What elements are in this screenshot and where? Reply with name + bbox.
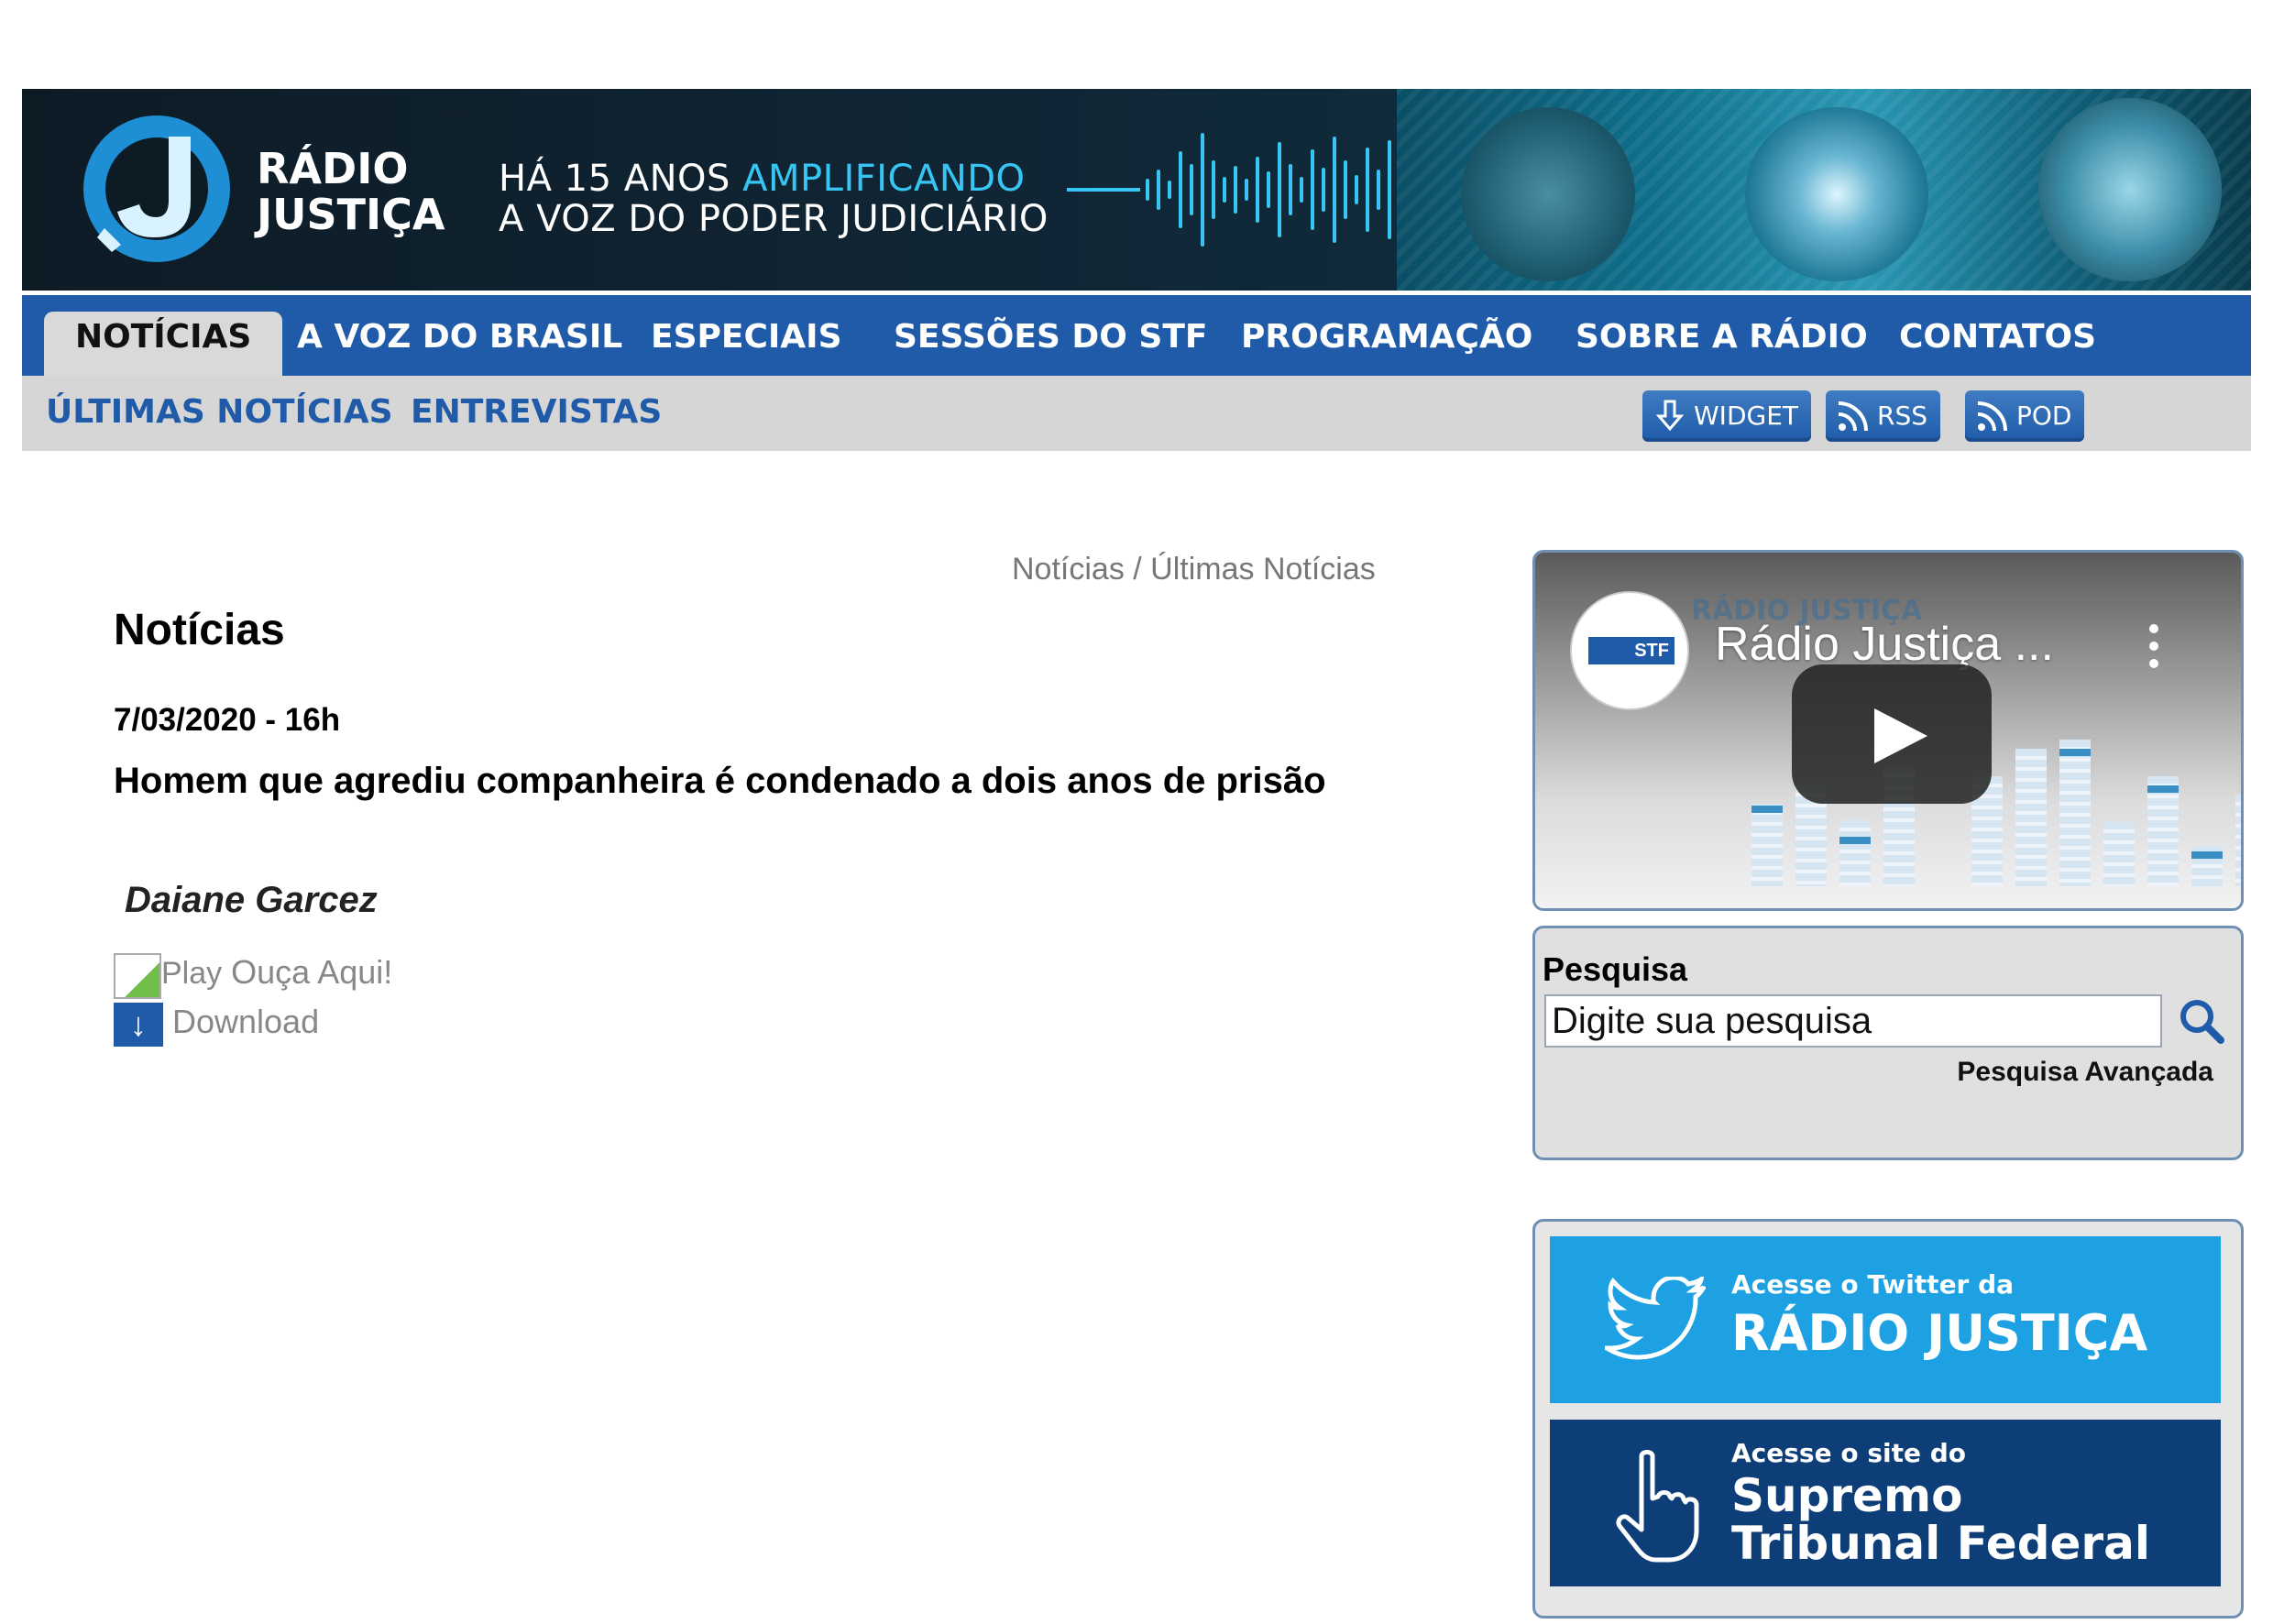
radio-justica-logo <box>83 115 230 262</box>
slogan-prefix: HÁ 15 ANOS <box>499 158 743 200</box>
widget-button[interactable]: WIDGET <box>1642 390 1811 442</box>
channel-avatar[interactable]: STF <box>1570 591 1689 710</box>
play-icon <box>114 953 161 999</box>
news-author: Daiane Garcez <box>125 880 378 920</box>
slogan-accent: AMPLIFICANDO <box>742 158 1026 200</box>
stf-banner-big-line-1: Supremo <box>1731 1469 1963 1522</box>
download-label: Download <box>172 1003 320 1040</box>
play-label: Ouça Aqui! <box>231 953 393 991</box>
slogan: HÁ 15 ANOS AMPLIFICANDO A VOZ DO PODER J… <box>499 159 1049 239</box>
sub-nav: ÚLTIMAS NOTÍCIAS ENTREVISTAS WIDGET RSS … <box>22 376 2251 451</box>
microphone-image <box>2038 98 2222 281</box>
equalizer-peak <box>2059 749 2091 756</box>
header-banner[interactable]: RÁDIO JUSTIÇA HÁ 15 ANOS AMPLIFICANDO A … <box>22 89 2251 291</box>
news-headline: Homem que agrediu companheira é condenad… <box>114 761 1326 801</box>
equalizer-peak <box>1751 806 1783 813</box>
search-input[interactable] <box>1544 994 2162 1048</box>
twitter-banner-small-text: Acesse o Twitter da <box>1731 1269 2015 1300</box>
page-title: Notícias <box>114 606 285 654</box>
equalizer-peak <box>2147 785 2179 793</box>
nav-item-programacao[interactable]: PROGRAMAÇÃO <box>1241 295 1532 376</box>
twitter-banner-link[interactable]: Acesse o Twitter da RÁDIO JUSTIÇA <box>1550 1236 2221 1403</box>
equalizer-peak <box>2191 851 2223 859</box>
main-nav: NOTÍCIAS A VOZ DO BRASIL ESPECIAIS SESSÕ… <box>22 295 2251 376</box>
equalizer-bar <box>2235 795 2241 886</box>
nav-item-contatos[interactable]: CONTATOS <box>1899 295 2096 376</box>
subnav-entrevistas[interactable]: ENTREVISTAS <box>411 376 662 449</box>
stf-banner-small-text: Acesse o site do <box>1731 1438 1966 1468</box>
search-label: Pesquisa <box>1543 950 1688 988</box>
twitter-banner-big-text: RÁDIO JUSTIÇA <box>1731 1304 2148 1362</box>
nav-item-especiais[interactable]: ESPECIAIS <box>651 295 842 376</box>
subnav-ultimas-noticias[interactable]: ÚLTIMAS NOTÍCIAS <box>46 376 393 449</box>
play-audio-link[interactable]: Play Ouça Aqui! <box>114 953 392 999</box>
rss-icon <box>1977 401 2007 432</box>
equalizer-bar <box>2015 749 2047 886</box>
equalizer-bar <box>1839 820 1871 886</box>
download-icon: ↓ <box>114 1003 163 1047</box>
play-alt-text: Play <box>161 956 223 991</box>
youtube-video-embed[interactable]: RÁDIO JUSTIÇA STF Rádio Justiça ... <box>1532 550 2244 911</box>
brand-line-2: JUSTIÇA <box>257 190 445 239</box>
stf-banner-big-line-2: Tribunal Federal <box>1731 1517 2150 1570</box>
stf-badge: STF <box>1588 637 1675 664</box>
nav-item-sobre-a-radio[interactable]: SOBRE A RÁDIO <box>1576 295 1868 376</box>
search-icon[interactable] <box>2177 996 2228 1048</box>
video-title[interactable]: Rádio Justiça ... <box>1715 617 2054 672</box>
equalizer-peak <box>1839 837 1871 844</box>
download-audio-link[interactable]: ↓ Download <box>114 1003 319 1048</box>
play-button-icon[interactable] <box>1792 664 1992 804</box>
external-links-panel: Acesse o Twitter da RÁDIO JUSTIÇA Acesse… <box>1532 1219 2244 1619</box>
search-panel: Pesquisa Pesquisa Avançada <box>1532 926 2244 1160</box>
pointing-hand-icon <box>1616 1450 1699 1563</box>
equalizer-bar <box>2103 822 2135 886</box>
nav-item-voz-do-brasil[interactable]: A VOZ DO BRASIL <box>297 295 622 376</box>
microphone-image <box>1461 107 1635 281</box>
equalizer-bar <box>2147 776 2179 886</box>
download-arrow-icon <box>1655 400 1685 432</box>
equalizer-bar <box>2059 740 2091 886</box>
nav-item-noticias[interactable]: NOTÍCIAS <box>44 312 283 376</box>
breadcrumb[interactable]: Notícias / Últimas Notícias <box>1012 552 1376 587</box>
slogan-line-2: A VOZ DO PODER JUDICIÁRIO <box>499 198 1049 240</box>
pod-button[interactable]: POD <box>1965 390 2085 442</box>
twitter-bird-icon <box>1605 1277 1706 1360</box>
brand-name: RÁDIO JUSTIÇA <box>257 146 445 237</box>
news-date: 7/03/2020 - 16h <box>114 702 341 738</box>
advanced-search-link[interactable]: Pesquisa Avançada <box>1957 1057 2213 1088</box>
banner-photo-microphones <box>1397 89 2251 291</box>
sound-wave-graphic <box>1067 133 1413 247</box>
rss-label: RSS <box>1877 401 1928 431</box>
widget-label: WIDGET <box>1694 401 1798 431</box>
stf-banner-link[interactable]: Acesse o site do Supremo Tribunal Federa… <box>1550 1420 2221 1586</box>
brand-line-1: RÁDIO <box>257 144 409 193</box>
pod-label: POD <box>2016 401 2072 431</box>
rss-button[interactable]: RSS <box>1826 390 1941 442</box>
speaker-image <box>1745 107 1928 281</box>
equalizer-bar <box>1751 804 1783 886</box>
banner-left: RÁDIO JUSTIÇA HÁ 15 ANOS AMPLIFICANDO A … <box>22 89 1413 291</box>
nav-item-sessoes-stf[interactable]: SESSÕES DO STF <box>894 295 1208 376</box>
rss-icon <box>1838 401 1868 432</box>
more-options-icon[interactable] <box>2149 624 2158 676</box>
